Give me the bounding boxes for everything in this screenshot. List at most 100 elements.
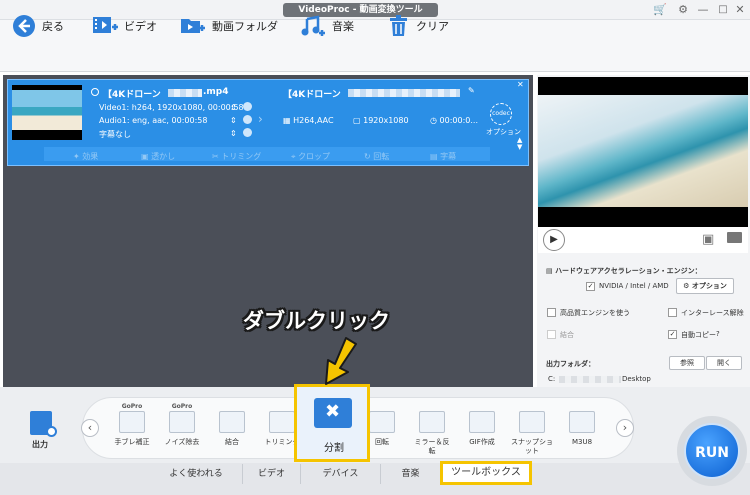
output-duration: ◷ 00:00:0... [430,116,478,125]
video-preview-frame [538,95,748,207]
mirror-icon [419,411,445,433]
clear-label: クリア [416,20,449,33]
output-path-blur [559,376,621,383]
video-info-icon[interactable] [243,102,252,111]
merge-checkbox[interactable] [547,330,556,339]
scroll-left-button[interactable]: ‹ [81,419,99,437]
remove-task-icon[interactable]: ✕ [517,80,524,89]
output-folder-label: 出力フォルダ： [546,360,595,368]
video-icon [93,17,118,33]
tool-label: 手ブレ補正 [114,438,150,446]
add-video-label: ビデオ [124,20,157,33]
hw-accel-title-text: ハードウェアアクセラレーション・エンジン： [555,267,702,275]
music-icon [301,15,325,36]
merge-icon [219,411,245,433]
folder-icon [181,19,205,33]
hw-accel-title: ▤ ハードウェアアクセラレーション・エンジン： [546,267,702,275]
effect-label: 効果 [82,152,99,161]
autocopy-checkbox[interactable]: ✓ [668,330,677,339]
rotate-icon [369,411,395,433]
minimize-icon[interactable]: — [694,2,712,18]
play-button[interactable]: ▶ [543,229,565,251]
open-button[interactable]: 開く [706,356,742,370]
arrow-right-icon: › [258,112,263,126]
codec-option-label[interactable]: オプション [486,127,521,137]
tool-mirror-flip[interactable]: ミラー＆反転 [407,411,457,457]
output-filename-blur [348,89,460,97]
autocopy-help[interactable]: ? [716,330,720,338]
tool-label: M3U8 [571,438,593,446]
tool-label: GIF作成 [469,438,495,446]
deinterlace-checkbox[interactable] [668,308,677,317]
add-folder-button[interactable]: 動画フォルダ [180,12,278,40]
maximize-icon[interactable]: □ [714,2,732,18]
tab-video[interactable]: ビデオ [243,464,301,484]
codec-option-icon[interactable]: codec [490,103,512,125]
snapshot-camera-icon[interactable]: ▣ [702,232,714,247]
merge-label: 結合 [560,331,574,339]
effect-button[interactable]: ✦ 効果 [73,151,98,162]
rename-pencil-icon[interactable]: ✎ [468,86,475,95]
subtitle-track-info: 字幕なし [99,130,131,139]
hw-option-button[interactable]: ⚙ オプション [676,278,734,294]
info-icon[interactable] [91,88,99,96]
subtitle-button[interactable]: ▤ 字幕 [430,151,456,162]
clear-button[interactable]: クリア [388,12,449,40]
nvidia-checkbox[interactable]: ✓ [586,282,595,291]
snapshot-icon [519,411,545,433]
scroll-right-button[interactable]: › [616,419,634,437]
output-resolution: ▢ 1920x1080 [353,116,409,125]
trim-button[interactable]: ✂ トリミング [212,151,261,162]
filename-blur [168,89,202,97]
tool-gif[interactable]: GIF作成 [457,411,507,457]
subtitle-add-icon[interactable] [243,128,252,137]
gopro-brand: GoPro [121,403,143,410]
tab-device[interactable]: デバイス [301,464,381,484]
tab-common[interactable]: よく使われる [150,464,243,484]
wrench-icon: ✖ [325,401,341,422]
browse-button[interactable]: 参照 [669,356,705,370]
preview-controls [538,227,748,253]
hq-engine-checkbox[interactable] [547,308,556,317]
video-thumbnail[interactable] [12,85,82,140]
deinterlace-label: インターレース解除 [681,309,744,317]
edit-tool-bar [44,147,490,161]
tool-snapshot[interactable]: スナップショット [507,411,557,457]
output-duration-text: 00:00:0... [439,116,478,125]
gear-icon[interactable]: ⚙ [674,2,692,18]
audio-track-dropdown[interactable]: ⇕ [230,116,237,125]
source-filename-ext: .mp4 [203,87,229,97]
tool-stabilize[interactable]: GoPro 手ブレ補正 [107,403,157,449]
add-music-button[interactable]: 音楽 [300,12,354,40]
video-track-dropdown[interactable]: ⇕ [230,103,237,112]
subtitle-track-dropdown[interactable]: ⇕ [230,129,237,138]
trim-icon [269,411,295,433]
back-button[interactable]: 戻る [12,12,64,40]
m3u8-icon [569,411,595,433]
output-path-folder[interactable]: Desktop [622,375,651,383]
double-click-annotation: ダブルクリック [243,309,390,333]
video-track-info: Video1: h264, 1920x1080, 00:00:58 [99,103,244,112]
output-path-drive[interactable]: C: [548,375,555,383]
gopro-brand: GoPro [171,403,193,410]
tool-denoise[interactable]: GoPro ノイズ除去 [157,403,207,449]
hw-option-label: オプション [691,282,727,290]
audio-info-icon[interactable] [243,115,252,124]
add-folder-label: 動画フォルダ [212,20,278,33]
rotate-label: 回転 [373,152,390,161]
cart-icon[interactable]: 🛒 [651,2,669,18]
tool-m3u8[interactable]: M3U8 [557,411,607,457]
add-video-button[interactable]: ビデオ [92,12,157,40]
open-folder-icon[interactable] [727,232,742,243]
close-icon[interactable]: ✕ [731,2,749,18]
tool-label: スナップショット [511,438,553,455]
rotate-button[interactable]: ↻ 回転 [364,151,389,162]
watermark-button[interactable]: ▣ 透かし [141,151,175,162]
tab-toolbox[interactable]: ツールボックス [440,461,532,485]
run-button[interactable]: RUN [684,423,740,479]
crop-button[interactable]: ⌖ クロップ [291,151,330,162]
reorder-arrows-icon[interactable]: ▲ ▼ [517,137,522,151]
tab-music[interactable]: 音楽 [381,464,441,484]
trim-label: トリミング [221,152,262,161]
tool-merge[interactable]: 結合 [207,411,257,457]
